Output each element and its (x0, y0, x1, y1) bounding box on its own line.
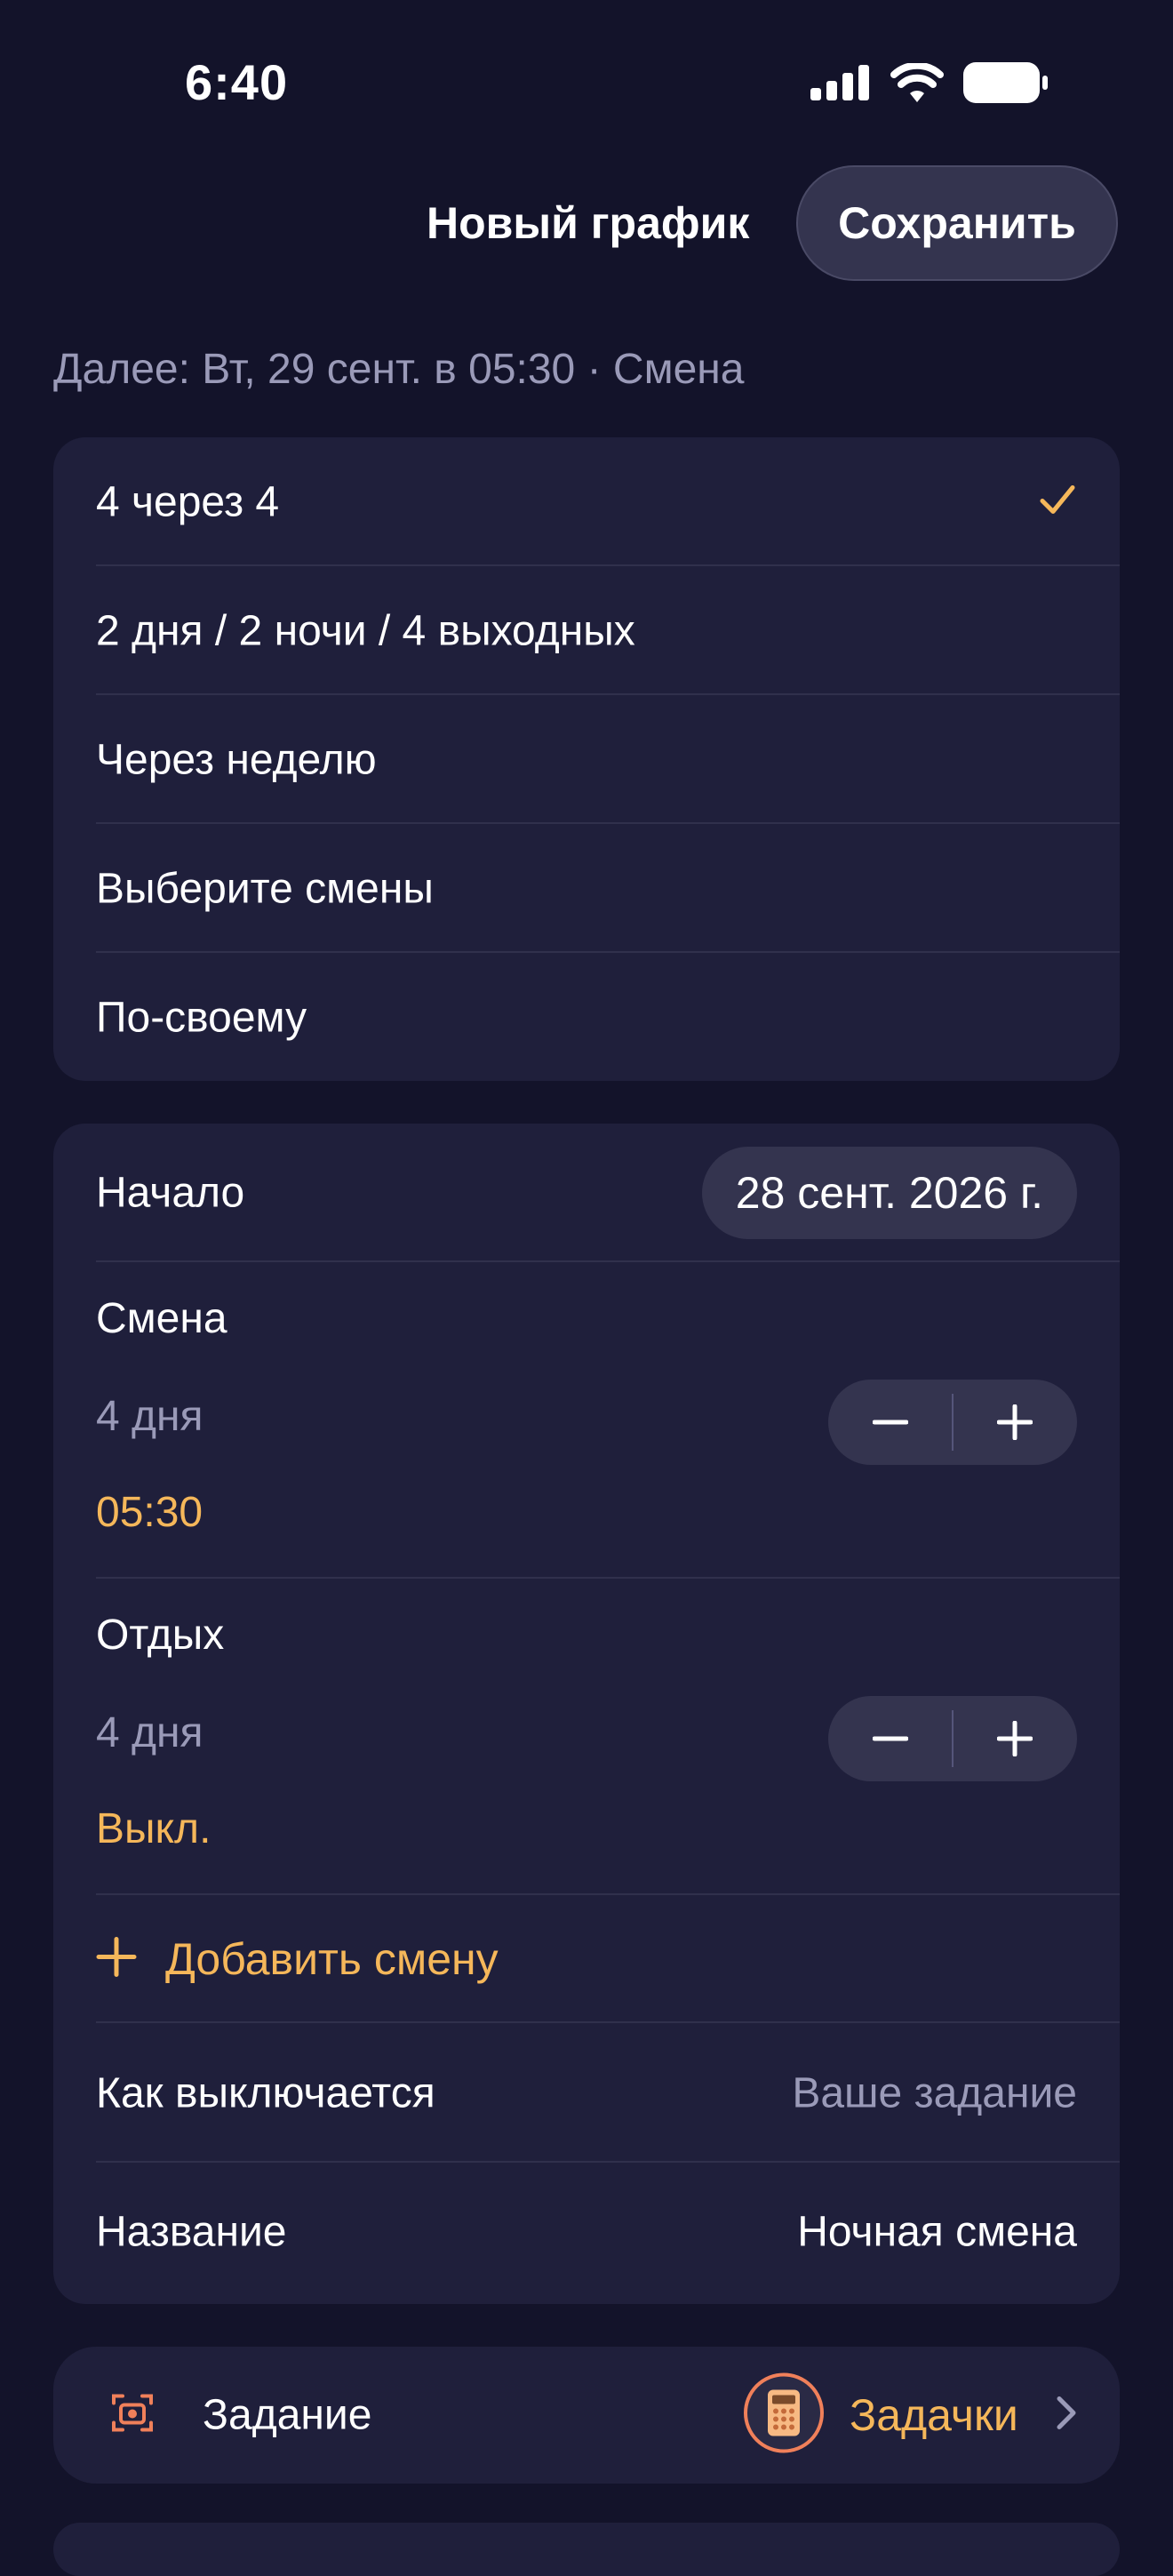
next-card (53, 2523, 1120, 2576)
rest-alarm-state[interactable]: Выкл. (96, 1804, 211, 1853)
chevron-right-icon (1056, 2396, 1077, 2436)
battery-icon (963, 62, 1049, 108)
rest-duration: 4 дня (96, 1709, 203, 1756)
plus-icon (96, 1937, 137, 1982)
pattern-item-label: По-своему (96, 994, 307, 1041)
name-label: Название (96, 2208, 287, 2255)
pattern-item-4-on-4[interactable]: 4 через 4 (53, 437, 1120, 566)
camera-scan-icon (110, 2391, 155, 2440)
minus-icon (872, 1736, 908, 1741)
calculator-icon (743, 2372, 825, 2459)
pattern-item-label: Через неделю (96, 736, 377, 783)
increment-button[interactable] (954, 1696, 1077, 1781)
dismiss-method-label: Как выключается (96, 2069, 435, 2116)
status-time: 6:40 (185, 54, 289, 110)
pattern-item-label: 4 через 4 (96, 478, 280, 525)
pattern-item-label: 2 дня / 2 ночи / 4 выходных (96, 607, 635, 654)
shift-duration-stepper (828, 1380, 1077, 1465)
pattern-item-2-2-4[interactable]: 2 дня / 2 ночи / 4 выходных (53, 566, 1120, 695)
name-row[interactable]: Название Ночная смена (53, 2163, 1120, 2300)
task-value: Задачки (850, 2390, 1018, 2440)
task-row[interactable]: Задание Задачки (53, 2347, 1120, 2484)
page-title: Новый график (427, 198, 750, 248)
wifi-icon (890, 61, 944, 107)
dismiss-method-row[interactable]: Как выключается Ваше задание (53, 2023, 1120, 2163)
pattern-list: 4 через 4 2 дня / 2 ночи / 4 выходных Че… (53, 437, 1120, 1081)
save-button[interactable]: Сохранить (796, 165, 1118, 281)
next-occurrence-text: Далее: Вт, 29 сент. в 05:30 · Смена (53, 346, 745, 393)
decrement-button[interactable] (828, 1696, 952, 1781)
plus-icon (997, 1404, 1033, 1440)
shift-duration: 4 дня (96, 1393, 203, 1440)
pattern-item-every-other-week[interactable]: Через неделю (53, 695, 1120, 824)
schedule-details-card: Начало 28 сент. 2026 г. Смена 4 дня 05:3… (53, 1124, 1120, 2304)
plus-icon (997, 1721, 1033, 1756)
rest-label: Отдых (96, 1612, 225, 1659)
shift-label: Смена (96, 1295, 227, 1342)
checkmark-icon (1040, 484, 1075, 520)
rest-duration-stepper (828, 1696, 1077, 1781)
rest-section: Отдых 4 дня Выкл. (53, 1579, 1120, 1895)
increment-button[interactable] (954, 1380, 1077, 1465)
shift-section: Смена 4 дня 05:30 (53, 1262, 1120, 1579)
add-shift-label: Добавить смену (165, 1934, 499, 1984)
start-label: Начало (96, 1169, 245, 1217)
pattern-item-custom[interactable]: По-своему (53, 953, 1120, 1082)
dismiss-method-value: Ваше задание (792, 2069, 1077, 2116)
pattern-item-label: Выберите смены (96, 865, 434, 912)
decrement-button[interactable] (828, 1380, 952, 1465)
status-bar: 6:40 (0, 0, 1173, 169)
shift-alarm-time[interactable]: 05:30 (96, 1488, 203, 1537)
add-shift-button[interactable]: Добавить смену (53, 1895, 1120, 2023)
status-icons (810, 61, 1049, 108)
start-date-row: Начало 28 сент. 2026 г. (53, 1124, 1120, 1262)
minus-icon (872, 1420, 908, 1425)
cellular-signal-icon (810, 65, 871, 105)
name-value: Ночная смена (797, 2208, 1077, 2255)
start-date-picker[interactable]: 28 сент. 2026 г. (701, 1147, 1077, 1239)
task-label: Задание (203, 2391, 372, 2439)
pattern-item-choose-shifts[interactable]: Выберите смены (53, 824, 1120, 953)
